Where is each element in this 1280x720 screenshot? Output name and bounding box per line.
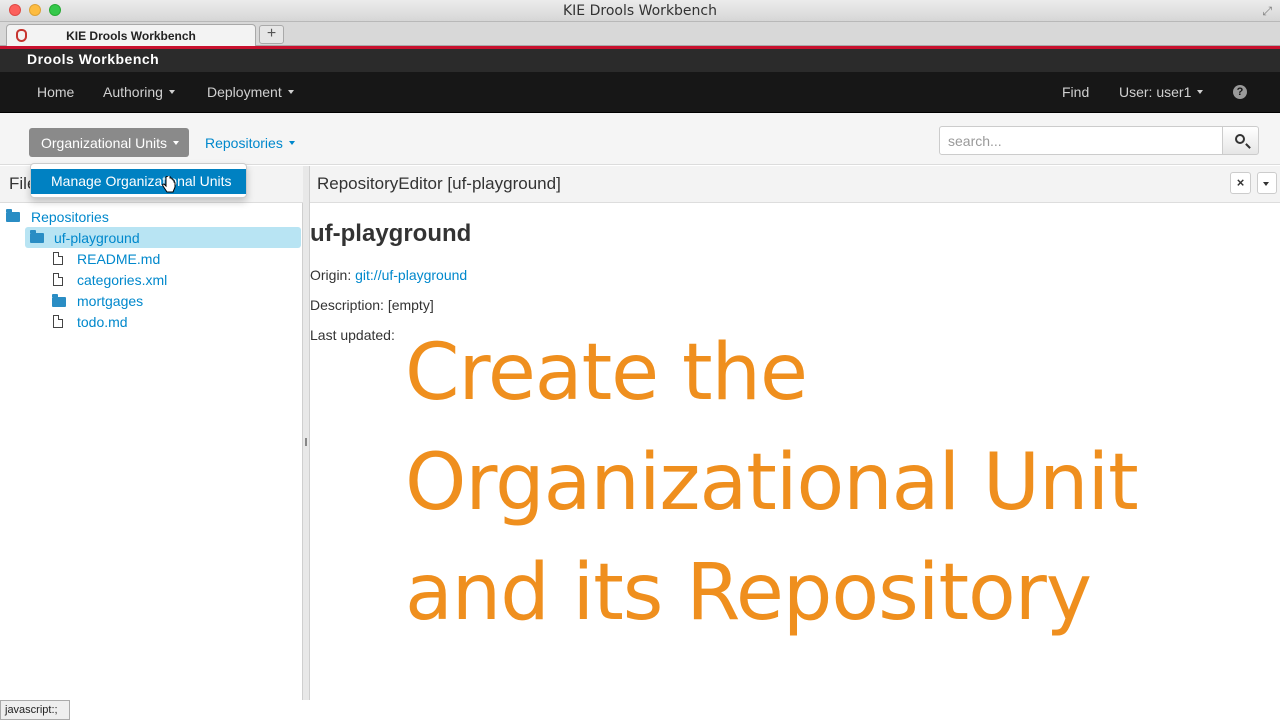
main-navbar: Home Authoring Deployment Find User: use… — [0, 72, 1280, 113]
tree-item-label: mortgages — [77, 293, 144, 309]
tree-item-mortgages[interactable]: mortgages — [52, 291, 292, 312]
app-brand: Drools Workbench — [27, 51, 160, 67]
search-button[interactable] — [1222, 126, 1259, 155]
editor-title: RepositoryEditor [uf-playground] — [317, 174, 561, 193]
window-titlebar: KIE Drools Workbench ⤢ — [0, 0, 1280, 22]
perspective-toolbar: Organizational Units Repositories — [0, 113, 1280, 165]
tree-item-label: todo.md — [77, 314, 128, 330]
new-tab-button[interactable]: + — [259, 25, 284, 44]
nav-authoring[interactable]: Authoring — [103, 84, 175, 100]
search-icon — [1235, 134, 1245, 144]
tree-item-label: categories.xml — [77, 272, 168, 288]
browser-tabbar: KIE Drools Workbench + — [0, 22, 1280, 46]
description-label: Description: — [310, 297, 384, 313]
tree-item-label: README.md — [77, 251, 161, 267]
last-updated-row: Last updated: — [310, 327, 395, 343]
file-icon — [53, 252, 63, 265]
tree-item-label: uf-playground — [54, 230, 140, 246]
file-icon — [53, 315, 63, 328]
folder-open-icon — [30, 230, 44, 243]
nav-find[interactable]: Find — [1062, 84, 1089, 100]
browser-tab[interactable]: KIE Drools Workbench — [6, 24, 256, 46]
splitter-grip-icon — [305, 438, 307, 446]
tutorial-caption: Create the Organizational Unit and its R… — [405, 318, 1265, 648]
nav-user-menu[interactable]: User: user1 — [1119, 84, 1204, 100]
chevron-down-icon — [1197, 90, 1204, 94]
description-row: Description: [empty] — [310, 297, 434, 313]
repositories-menu[interactable]: Repositories — [205, 135, 295, 151]
description-value: [empty] — [387, 297, 434, 313]
tree-item-repositories[interactable]: Repositories — [6, 207, 296, 228]
editor-menu-button[interactable] — [1257, 172, 1277, 194]
file-explorer-panel: Files Repositories uf-playground README.… — [0, 166, 303, 700]
chevron-down-icon — [173, 141, 180, 145]
brand-bar: Drools Workbench — [0, 49, 1280, 72]
tab-label: KIE Drools Workbench — [66, 29, 196, 43]
page-bottom — [0, 700, 1280, 720]
editor-header: RepositoryEditor [uf-playground] × — [310, 166, 1280, 203]
chevron-down-icon — [1263, 182, 1269, 186]
caption-line-1: Create the — [405, 328, 808, 418]
organizational-units-button[interactable]: Organizational Units — [29, 128, 189, 157]
folder-open-icon — [6, 209, 20, 222]
last-updated-label: Last updated: — [310, 327, 395, 343]
hand-cursor-icon — [162, 176, 176, 193]
nav-user-label: User: user1 — [1119, 84, 1192, 100]
tree-item-uf-playground[interactable]: uf-playground — [25, 227, 301, 248]
nav-authoring-label: Authoring — [103, 84, 163, 100]
tree-item-todo[interactable]: todo.md — [52, 312, 292, 333]
nav-home[interactable]: Home — [37, 84, 74, 100]
origin-link[interactable]: git://uf-playground — [355, 267, 467, 283]
file-icon — [53, 273, 63, 286]
tree-item-readme[interactable]: README.md — [52, 249, 292, 270]
chevron-down-icon — [168, 90, 175, 94]
browser-statusbar: javascript:; — [0, 700, 70, 720]
caption-line-2: Organizational Unit — [405, 438, 1139, 528]
organizational-units-label: Organizational Units — [41, 135, 168, 151]
repositories-label: Repositories — [205, 135, 283, 151]
close-editor-button[interactable]: × — [1230, 172, 1251, 194]
caption-line-3: and its Repository — [405, 548, 1092, 638]
nav-find-label: Find — [1062, 84, 1090, 100]
folder-icon — [52, 294, 66, 307]
repository-name: uf-playground — [310, 220, 472, 247]
origin-label: Origin: — [310, 267, 352, 283]
nav-home-label: Home — [37, 84, 75, 100]
tree-item-label: Repositories — [31, 209, 109, 225]
organizational-units-dropdown: Manage Organizational Units — [30, 163, 247, 198]
manage-organizational-units-item[interactable]: Manage Organizational Units — [31, 169, 246, 194]
search-input[interactable] — [939, 126, 1223, 155]
chevron-down-icon — [287, 90, 294, 94]
fullscreen-icon[interactable]: ⤢ — [1262, 4, 1272, 19]
nav-deployment-label: Deployment — [207, 84, 282, 100]
panel-splitter[interactable] — [303, 166, 310, 700]
chevron-down-icon — [288, 141, 295, 145]
help-icon[interactable]: ? — [1233, 85, 1247, 99]
origin-row: Origin: git://uf-playground — [310, 267, 467, 283]
nav-deployment[interactable]: Deployment — [207, 84, 294, 100]
tree-item-categories[interactable]: categories.xml — [52, 270, 292, 291]
window-title: KIE Drools Workbench — [563, 3, 717, 19]
